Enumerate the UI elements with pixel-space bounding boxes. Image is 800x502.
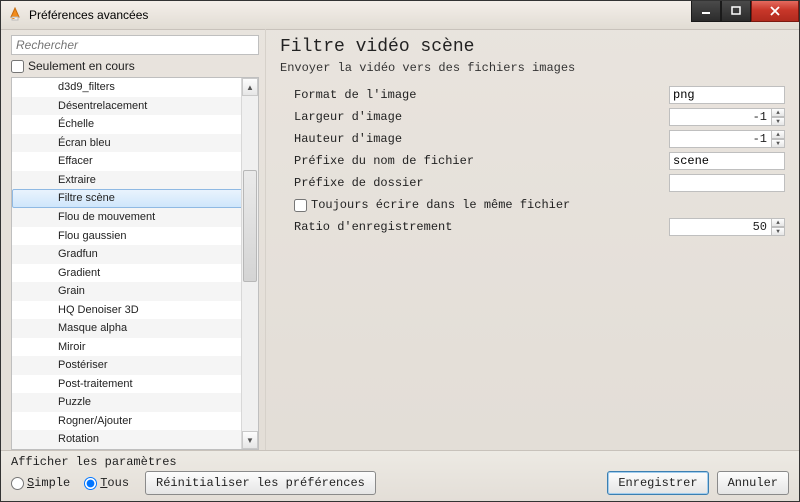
tree-item[interactable]: Miroir	[12, 338, 258, 357]
scroll-thumb[interactable]	[243, 170, 257, 282]
scroll-up-button[interactable]: ▲	[242, 78, 258, 96]
tree-item[interactable]: HQ Denoiser 3D	[12, 301, 258, 320]
tree-item[interactable]: Sépia	[12, 449, 258, 450]
format-input[interactable]	[669, 86, 785, 104]
page-subtitle: Envoyer la vidéo vers des fichiers image…	[280, 61, 785, 75]
footer: Afficher les paramètres Simple Tous Réin…	[1, 450, 799, 501]
tree-item[interactable]: Puzzle	[12, 393, 258, 412]
main-area: Seulement en cours d3d9_filtersDésentrel…	[1, 29, 799, 450]
tree-item[interactable]: Effacer	[12, 152, 258, 171]
scrollbar[interactable]: ▲ ▼	[241, 78, 258, 449]
only-current-checkbox[interactable]: Seulement en cours	[11, 59, 259, 73]
ratio-spinner[interactable]: 50 ▲ ▼	[669, 218, 785, 236]
tree-item[interactable]: Rotation	[12, 430, 258, 449]
window-controls	[691, 1, 799, 21]
cancel-button[interactable]: Annuler	[717, 471, 789, 495]
width-step-down[interactable]: ▼	[771, 117, 785, 126]
radio-simple-label: Simple	[27, 476, 70, 490]
show-params-label: Afficher les paramètres	[11, 455, 789, 469]
radio-tous[interactable]: Tous	[84, 476, 129, 490]
tree-list[interactable]: d3d9_filtersDésentrelacementÉchelleÉcran…	[12, 78, 258, 449]
tree-item[interactable]: Échelle	[12, 115, 258, 134]
height-step-up[interactable]: ▲	[771, 130, 785, 139]
minimize-button[interactable]	[691, 1, 721, 22]
tree-item[interactable]: Filtre scène	[12, 189, 258, 208]
radio-simple[interactable]: Simple	[11, 476, 70, 490]
radio-tous-label: Tous	[100, 476, 129, 490]
tree-item[interactable]: Post-traitement	[12, 375, 258, 394]
label-ratio: Ratio d'enregistrement	[280, 220, 665, 234]
tree-item[interactable]: Flou de mouvement	[12, 208, 258, 227]
window-title: Préférences avancées	[29, 8, 148, 22]
view-mode-radio[interactable]: Simple Tous	[11, 476, 129, 490]
search-input[interactable]	[11, 35, 259, 55]
width-spinner[interactable]: -1 ▲ ▼	[669, 108, 785, 126]
label-width: Largeur d'image	[280, 110, 665, 124]
tree: d3d9_filtersDésentrelacementÉchelleÉcran…	[11, 77, 259, 450]
tree-item[interactable]: Rogner/Ajouter	[12, 412, 258, 431]
label-always: Toujours écrire dans le même fichier	[311, 198, 570, 212]
tree-item[interactable]: Flou gaussien	[12, 227, 258, 246]
width-step-up[interactable]: ▲	[771, 108, 785, 117]
tree-item[interactable]: Extraire	[12, 171, 258, 190]
ratio-value[interactable]: 50	[669, 218, 771, 236]
height-step-down[interactable]: ▼	[771, 139, 785, 148]
close-button[interactable]	[751, 1, 799, 22]
tree-item[interactable]: Désentrelacement	[12, 97, 258, 116]
prefix-input[interactable]	[669, 152, 785, 170]
label-format: Format de l'image	[280, 88, 665, 102]
client-area: Seulement en cours d3d9_filtersDésentrel…	[1, 29, 799, 501]
ratio-step-up[interactable]: ▲	[771, 218, 785, 227]
ratio-step-down[interactable]: ▼	[771, 227, 785, 236]
maximize-button[interactable]	[721, 1, 751, 22]
only-current-label: Seulement en cours	[28, 59, 135, 73]
radio-tous-input[interactable]	[84, 477, 97, 490]
width-value[interactable]: -1	[669, 108, 771, 126]
tree-item[interactable]: Gradfun	[12, 245, 258, 264]
radio-simple-input[interactable]	[11, 477, 24, 490]
dir-input[interactable]	[669, 174, 785, 192]
scroll-down-button[interactable]: ▼	[242, 431, 258, 449]
app-icon	[7, 7, 23, 23]
tree-item[interactable]: Écran bleu	[12, 134, 258, 153]
window: Préférences avancées Seulement en cours	[0, 0, 800, 502]
always-write-checkbox[interactable]	[294, 199, 307, 212]
height-spinner[interactable]: -1 ▲ ▼	[669, 130, 785, 148]
left-pane: Seulement en cours d3d9_filtersDésentrel…	[1, 29, 266, 450]
height-value[interactable]: -1	[669, 130, 771, 148]
only-current-checkbox-input[interactable]	[11, 60, 24, 73]
tree-item[interactable]: d3d9_filters	[12, 78, 258, 97]
tree-item[interactable]: Gradient	[12, 264, 258, 283]
right-pane: Filtre vidéo scène Envoyer la vidéo vers…	[266, 29, 799, 450]
reset-button[interactable]: Réinitialiser les préférences	[145, 471, 376, 495]
tree-item[interactable]: Postériser	[12, 356, 258, 375]
tree-item[interactable]: Masque alpha	[12, 319, 258, 338]
label-prefix: Préfixe du nom de fichier	[280, 154, 665, 168]
label-height: Hauteur d'image	[280, 132, 665, 146]
save-button[interactable]: Enregistrer	[607, 471, 708, 495]
label-dir: Préfixe de dossier	[280, 176, 665, 190]
tree-item[interactable]: Grain	[12, 282, 258, 301]
titlebar: Préférences avancées	[1, 1, 799, 30]
page-title: Filtre vidéo scène	[280, 37, 785, 57]
